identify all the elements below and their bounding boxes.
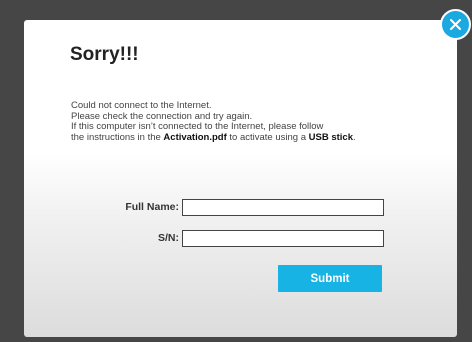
submit-button[interactable]: Submit xyxy=(278,265,382,292)
serial-number-input[interactable] xyxy=(182,230,384,247)
message-text: the instructions in the xyxy=(71,131,164,143)
message-text: . xyxy=(352,131,356,143)
activation-pdf-reference: Activation.pdf xyxy=(163,131,227,143)
close-button[interactable] xyxy=(440,9,471,40)
close-icon xyxy=(450,19,461,30)
error-dialog: Sorry!!! Could not connect to the Intern… xyxy=(24,20,457,337)
serial-number-row: S/N: xyxy=(24,230,457,248)
full-name-input[interactable] xyxy=(182,199,384,216)
message-text: to activate using a xyxy=(226,131,309,143)
message-line: the instructions in the Activation.pdf t… xyxy=(71,131,451,144)
serial-number-label: S/N: xyxy=(158,232,179,244)
dialog-message: Could not connect to the Internet. Pleas… xyxy=(71,100,451,144)
message-line: Could not connect to the Internet. xyxy=(71,100,212,111)
full-name-label: Full Name: xyxy=(125,201,179,213)
dialog-title: Sorry!!! xyxy=(70,44,139,65)
full-name-row: Full Name: xyxy=(24,199,457,217)
usb-stick-reference: USB stick xyxy=(308,131,353,143)
